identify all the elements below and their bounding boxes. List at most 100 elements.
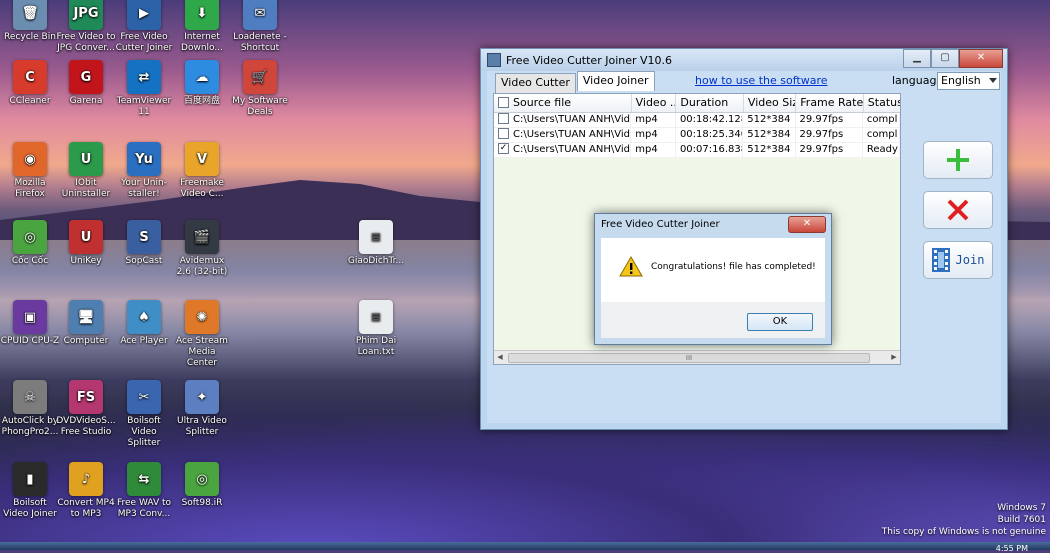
desktop-icon-image: 🛒 — [243, 60, 277, 94]
desktop-icon-label: TeamViewer 11 — [116, 96, 172, 117]
row-checkbox[interactable] — [498, 113, 509, 124]
col-video-size[interactable]: Video Size — [744, 94, 797, 112]
desktop-icon-label: Free Video to JPG Conver... — [56, 32, 116, 53]
desktop-icon[interactable]: FS DVDVideoS... Free Studio — [56, 380, 116, 438]
desktop-icon[interactable]: ≡ GiaoDichTr... — [346, 220, 406, 267]
desktop-icon-image: ☠ — [13, 380, 47, 414]
desktop-icon-image: ♠ — [127, 300, 161, 334]
desktop-icon-image: ☁ — [185, 60, 219, 94]
desktop-icon[interactable]: ✦ Ultra Video Splitter — [172, 380, 232, 438]
desktop-icon[interactable]: ✉ Loadenete - Shortcut — [230, 0, 290, 54]
desktop-icon[interactable]: 🗑 Recycle Bin — [0, 0, 60, 43]
desktop-icon-label: Recycle Bin — [4, 32, 56, 42]
table-row[interactable]: C:\Users\TUAN ANH\Video... mp4 00:18:25.34… — [494, 128, 901, 143]
desktop-icon-image: 🎬 — [185, 220, 219, 254]
table-row[interactable]: C:\Users\TUAN ANH\Video... mp4 00:18:42.12… — [494, 113, 901, 128]
horizontal-scrollbar[interactable]: ◀ III ▶ — [494, 350, 900, 364]
desktop-icon-image: ◉ — [13, 142, 47, 176]
dialog-close-button[interactable]: ✕ — [788, 216, 826, 233]
minimize-button[interactable]: ▁ — [903, 49, 931, 68]
desktop-icon[interactable]: ⇄ TeamViewer 11 — [114, 60, 174, 118]
howto-link[interactable]: how to use the software — [695, 74, 828, 87]
dialog-body: Congratulations! file has completed! — [601, 238, 825, 302]
cell-frame-rate-text: 29.97fps — [799, 114, 844, 125]
desktop-icon[interactable]: ◎ Soft98.iR — [172, 462, 232, 509]
close-button[interactable]: ✕ — [959, 49, 1003, 68]
select-all-checkbox[interactable] — [498, 96, 509, 108]
desktop-icon[interactable]: 🎬 Avidemux 2.6 (32-bit) — [172, 220, 232, 278]
desktop-icon[interactable]: S SopCast — [114, 220, 174, 267]
desktop-icon[interactable]: ♠ Ace Player — [114, 300, 174, 347]
desktop-icon-image: ✂ — [127, 380, 161, 414]
desktop-icon[interactable]: ◎ Cốc Cốc — [0, 220, 60, 267]
row-checkbox[interactable] — [498, 128, 509, 139]
scroll-left-arrow[interactable]: ◀ — [494, 351, 506, 364]
join-button[interactable]: Join — [923, 241, 993, 279]
desktop-icon[interactable]: ≡ Phim Dai Loan.txt — [346, 300, 406, 358]
desktop-icon[interactable]: ⇆ Free WAV to MP3 Conv... — [114, 462, 174, 520]
language-value: English — [941, 74, 981, 87]
desktop-icon-label: Mozilla Firefox — [14, 178, 46, 199]
plus-icon — [947, 149, 969, 171]
cell-status: Ready — [863, 143, 901, 157]
tab-video-cutter[interactable]: Video Cutter — [495, 73, 576, 93]
taskbar-clock[interactable]: 4:55 PM — [996, 544, 1028, 553]
col-source-file[interactable]: Source file — [494, 94, 632, 112]
desktop-icon-image: Yu — [127, 142, 161, 176]
desktop-icon[interactable]: G Garena — [56, 60, 116, 107]
desktop-icon-image: ▮ — [13, 462, 47, 496]
desktop-icon[interactable]: U IObit Uninstaller — [56, 142, 116, 200]
app-icon — [487, 53, 501, 67]
desktop-icon[interactable]: ✺ Ace Stream Media Center — [172, 300, 232, 369]
desktop-icon-label: AutoClick by PhongPro2... — [1, 416, 59, 437]
language-select[interactable]: English — [937, 72, 1000, 90]
col-duration[interactable]: Duration — [676, 94, 744, 112]
desktop-icon-image: S — [127, 220, 161, 254]
desktop-icon[interactable]: ⬇ Internet Downlo... — [172, 0, 232, 54]
cell-status-text: compl — [866, 129, 898, 140]
col-frame-rate[interactable]: Frame Rate — [796, 94, 864, 112]
cell-duration: 00:07:16.838 — [676, 143, 744, 157]
cell-frame-rate-text: 29.97fps — [799, 129, 844, 140]
desktop-icon[interactable]: JPG Free Video to JPG Conver... — [56, 0, 116, 54]
maximize-button[interactable]: ▢ — [931, 49, 959, 68]
desktop-icon-image: ▶ — [127, 0, 161, 30]
row-checkbox[interactable]: ✓ — [498, 143, 509, 154]
scroll-right-arrow[interactable]: ▶ — [888, 351, 900, 364]
cell-video-format-text: mp4 — [635, 144, 658, 155]
cell-video-size-text: 512*384 — [747, 114, 791, 125]
desktop-icon[interactable]: Yu Your Unin-staller! — [114, 142, 174, 200]
col-video-format[interactable]: Video ... — [632, 94, 677, 112]
desktop-icon[interactable]: ☠ AutoClick by PhongPro2... — [0, 380, 60, 438]
desktop-icon[interactable]: ✂ Boilsoft Video Splitter — [114, 380, 174, 449]
desktop-icon[interactable]: ▮ Boilsoft Video Joiner — [0, 462, 60, 520]
desktop-icon[interactable]: ◉ Mozilla Firefox — [0, 142, 60, 200]
desktop-icon-label: DVDVideoS... Free Studio — [56, 416, 116, 437]
cell-status-text: compl — [866, 114, 898, 125]
table-row[interactable]: ✓ C:\Users\TUAN ANH\Video... mp4 00:07:16.8… — [494, 143, 901, 158]
desktop-icon-image: G — [69, 60, 103, 94]
desktop-icon[interactable]: 🛒 My Software Deals — [230, 60, 290, 118]
desktop-icon[interactable]: ▶ Free Video Cutter Joiner — [114, 0, 174, 54]
cell-duration: 00:18:42.128 — [676, 113, 744, 127]
desktop-icon-image: ✉ — [243, 0, 277, 30]
remove-button[interactable] — [923, 191, 993, 229]
cell-video-format-text: mp4 — [635, 114, 658, 125]
desktop-icon-image: ◎ — [13, 220, 47, 254]
col-status[interactable]: Status — [864, 94, 900, 112]
desktop-icon[interactable]: V Freemake Video C... — [172, 142, 232, 200]
scroll-thumb[interactable]: III — [508, 353, 870, 363]
film-strip-icon — [931, 248, 950, 272]
desktop-icon-image: 🗑 — [13, 0, 47, 30]
tab-video-joiner[interactable]: Video Joiner — [576, 71, 655, 91]
taskbar — [0, 542, 1050, 550]
desktop-icon[interactable]: ▣ CPUID CPU-Z — [0, 300, 60, 347]
desktop-icon[interactable]: 🖥 Computer — [56, 300, 116, 347]
desktop-icon[interactable]: ☁ 百度网盘 — [172, 60, 232, 107]
ok-button[interactable]: OK — [747, 313, 813, 331]
desktop-icon[interactable]: U UniKey — [56, 220, 116, 267]
desktop-icon[interactable]: ♪ Convert MP4 to MP3 — [56, 462, 116, 520]
add-button[interactable] — [923, 141, 993, 179]
remove-x-icon — [947, 199, 969, 221]
desktop-icon[interactable]: C CCleaner — [0, 60, 60, 107]
